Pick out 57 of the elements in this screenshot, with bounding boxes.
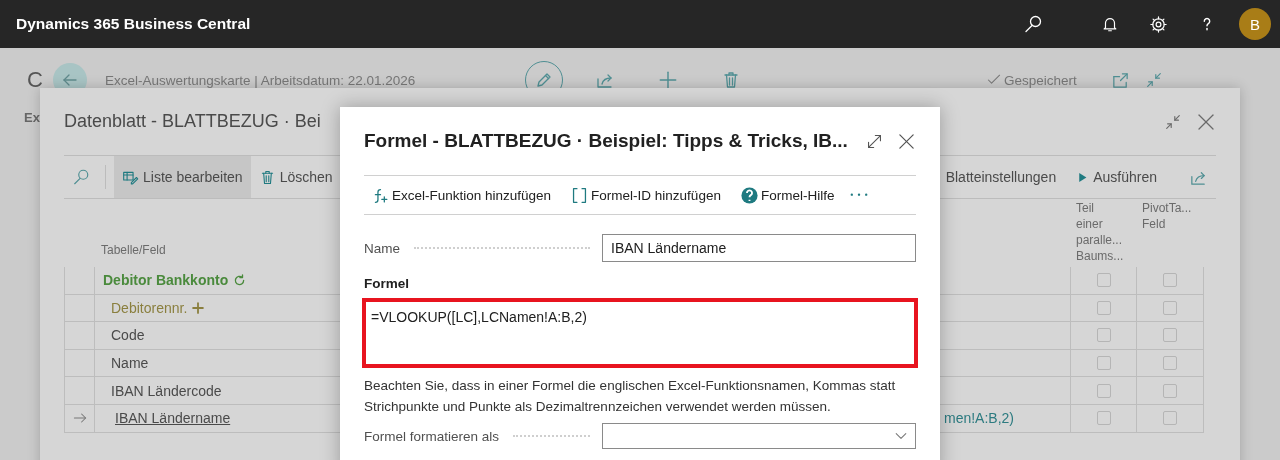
field-name: Debitor Bankkonto	[103, 272, 229, 289]
name-field[interactable]: IBAN Ländername	[602, 234, 916, 262]
field-name: Code	[111, 327, 145, 344]
open-new-window-icon[interactable]	[1110, 70, 1130, 90]
toolbar-button[interactable]: Liste bearbeiten	[114, 156, 251, 198]
checkbox[interactable]	[1096, 300, 1111, 315]
expand-icon[interactable]	[866, 132, 883, 150]
section-label: Formel	[364, 276, 410, 291]
toolbar-button[interactable]: Formel-ID hinzufügen	[563, 186, 725, 204]
format-dropdown[interactable]	[602, 423, 916, 449]
brackets-icon	[571, 186, 589, 204]
toolbar-button[interactable]: Ausführen	[1068, 156, 1165, 198]
dialog-title: Formel - BLATTBEZUG · Beispiel: Tipps & Tricks, IB...	[364, 130, 849, 152]
search-icon[interactable]	[1023, 14, 1043, 34]
checkbox[interactable]	[1096, 273, 1111, 288]
settings-icon[interactable]	[1149, 14, 1168, 34]
checkbox[interactable]	[1163, 356, 1177, 371]
more-icon[interactable]	[850, 192, 869, 198]
column-header: Teil einer paralle... Baums...	[1076, 200, 1124, 264]
field-name: Name	[111, 355, 149, 372]
checkbox[interactable]	[1163, 300, 1177, 315]
help-icon	[740, 186, 758, 204]
checkbox[interactable]	[1096, 356, 1111, 371]
field-name: IBAN Ländercode	[111, 382, 222, 399]
user-avatar[interactable]: B	[1239, 8, 1271, 40]
formula-text: men!A:B,2)	[944, 410, 1015, 427]
toolbar-button[interactable]: Blatteinstellungen	[937, 156, 1065, 198]
checkbox[interactable]	[1096, 328, 1111, 343]
function-icon	[372, 186, 389, 204]
checkbox[interactable]	[1163, 328, 1177, 343]
plus-icon[interactable]	[191, 300, 206, 315]
section-heading: Ex	[24, 110, 40, 125]
dialog-title: Datenblatt - BLATTBEZUG · Bei	[64, 111, 322, 132]
checkbox[interactable]	[1163, 383, 1177, 398]
field-label: Name	[364, 240, 400, 256]
close-icon[interactable]	[897, 131, 916, 151]
field-name: Debitorennr.	[111, 299, 188, 316]
app-title: Dynamics 365 Business Central	[16, 15, 251, 33]
toolbar-button[interactable]: Löschen	[250, 156, 341, 198]
column-header: Tabelle/Feld	[101, 243, 166, 257]
note-text: Beachten Sie, dass in einer Formel die englischen Excel-Funktionsnamen, Kommas statt Strichpunkte und Punkte als Dezimaltrennzeichen verwendet werden müssen.	[364, 377, 897, 416]
notifications-icon[interactable]	[1101, 15, 1119, 33]
field-name[interactable]: IBAN Ländername	[115, 410, 231, 427]
toolbar-button[interactable]: Excel-Funktion hinzufügen	[364, 186, 556, 204]
checkbox[interactable]	[1163, 411, 1177, 426]
checkbox[interactable]	[1096, 383, 1111, 398]
formula-field[interactable]: =VLOOKUP([LC],LCNamen!A:B,2)	[362, 298, 918, 368]
saved-status: Gespeichert	[1003, 72, 1077, 88]
checkbox[interactable]	[1163, 273, 1177, 288]
checkbox[interactable]	[1096, 411, 1111, 426]
page-heading: C	[27, 67, 43, 93]
page-title: Excel-Auswertungskarte | Arbeitsdatum: 22.01.2026	[104, 72, 417, 88]
collapse-icon[interactable]	[1144, 71, 1163, 89]
toolbar-button[interactable]: Formel-Hilfe	[732, 186, 839, 204]
column-header: PivotTa... Feld	[1142, 200, 1192, 232]
collapse-icon[interactable]	[1164, 112, 1182, 131]
field-label: Formel formatieren als	[364, 428, 500, 444]
